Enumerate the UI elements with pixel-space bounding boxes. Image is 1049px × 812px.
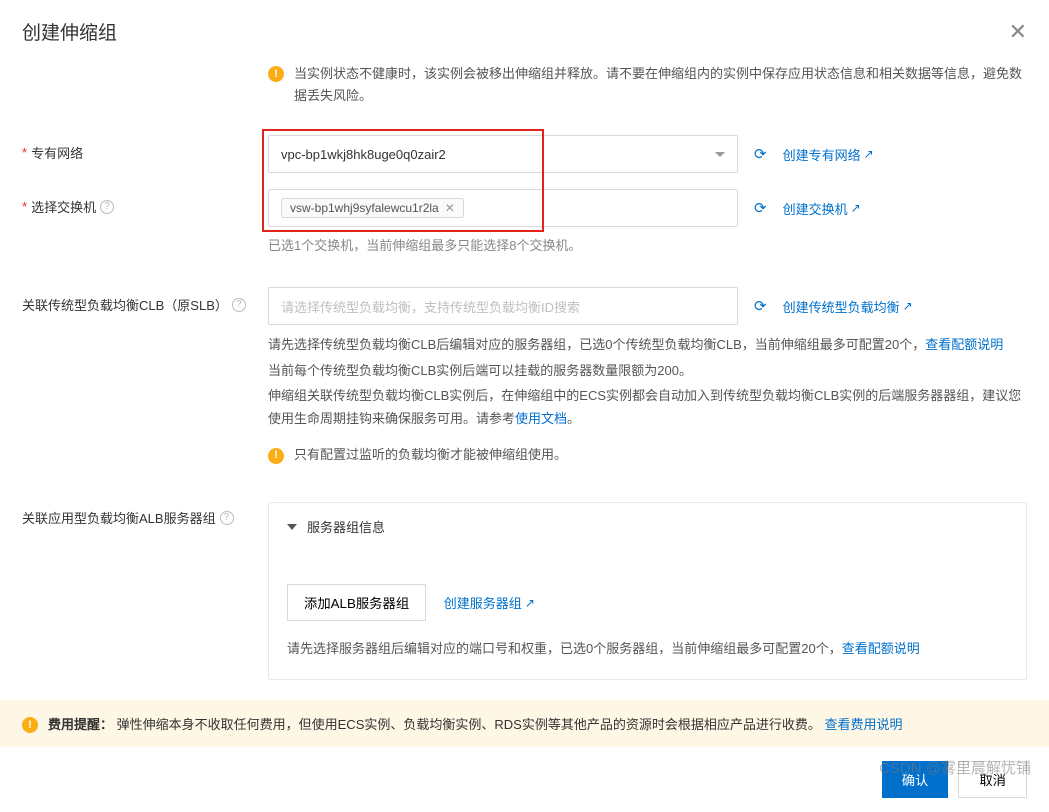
alb-label: 关联应用型负载均衡ALB服务器组 — [22, 508, 216, 527]
create-clb-link[interactable]: 创建传统型负载均衡↗ — [783, 297, 913, 316]
create-vpc-link[interactable]: 创建专有网络↗ — [783, 145, 874, 164]
vswitch-tag: vsw-bp1whj9syfalewcu1r2la ✕ — [281, 198, 464, 218]
external-link-icon: ↗ — [525, 596, 535, 610]
dialog-title: 创建伸缩组 — [22, 18, 117, 45]
cancel-button[interactable]: 取消 — [958, 761, 1027, 798]
warning-icon: ! — [268, 66, 284, 82]
clb-desc-3: 伸缩组关联传统型负载均衡CLB实例后，在伸缩组中的ECS实例都会自动加入到传统型… — [268, 384, 1027, 431]
vpc-label: 专有网络 — [31, 143, 83, 162]
help-icon[interactable]: ? — [220, 511, 234, 525]
clb-select[interactable]: 请选择传统型负载均衡，支持传统型负载均衡ID搜索 — [268, 287, 738, 325]
fee-banner: ! 费用提醒： 弹性伸缩本身不收取任何费用，但使用ECS实例、负载均衡实例、RD… — [0, 700, 1049, 747]
help-icon[interactable]: ? — [232, 298, 246, 312]
required-mark: * — [22, 199, 27, 214]
confirm-button[interactable]: 确认 — [882, 761, 949, 798]
vswitch-hint: 已选1个交换机，当前伸缩组最多只能选择8个交换机。 — [268, 235, 1027, 257]
required-mark: * — [22, 145, 27, 160]
add-alb-group-button[interactable]: 添加ALB服务器组 — [287, 584, 426, 621]
chevron-down-icon — [287, 524, 297, 530]
fee-link[interactable]: 查看费用说明 — [824, 714, 902, 733]
create-vswitch-link[interactable]: 创建交换机↗ — [783, 199, 861, 218]
close-icon[interactable]: ✕ — [1009, 21, 1027, 43]
clb-desc-2: 当前每个传统型负载均衡CLB实例后端可以挂载的服务器数量限额为200。 — [268, 359, 1027, 382]
refresh-icon[interactable]: ⟳ — [754, 297, 767, 315]
clb-desc-1: 请先选择传统型负载均衡CLB后编辑对应的服务器组，已选0个传统型负载均衡CLB，… — [268, 333, 1027, 356]
quota-link[interactable]: 查看配额说明 — [925, 333, 1003, 356]
external-link-icon: ↗ — [903, 299, 913, 313]
clb-label: 关联传统型负载均衡CLB（原SLB） — [22, 295, 228, 314]
alb-desc: 请先选择服务器组后编辑对应的端口号和权重，已选0个服务器组，当前伸缩组最多可配置… — [287, 637, 1008, 660]
vswitch-label: 选择交换机 — [31, 197, 96, 216]
create-server-group-link[interactable]: 创建服务器组↗ — [444, 593, 535, 612]
external-link-icon: ↗ — [851, 201, 861, 215]
fee-label: 费用提醒： — [48, 717, 113, 732]
clb-warn-text: 只有配置过监听的负载均衡才能被伸缩组使用。 — [294, 443, 567, 466]
alb-panel-title: 服务器组信息 — [307, 517, 385, 536]
doc-link[interactable]: 使用文档 — [515, 407, 567, 430]
clb-placeholder: 请选择传统型负载均衡，支持传统型负载均衡ID搜索 — [281, 297, 580, 316]
vpc-select-value: vpc-bp1wkj8hk8uge0q0zair2 — [281, 147, 446, 162]
refresh-icon[interactable]: ⟳ — [754, 199, 767, 217]
vswitch-select[interactable]: vsw-bp1whj9syfalewcu1r2la ✕ — [268, 189, 738, 227]
warning-icon: ! — [22, 717, 38, 733]
alb-panel: 服务器组信息 添加ALB服务器组 创建服务器组↗ 请先选择服务器组后编辑对应的端… — [268, 502, 1027, 679]
vpc-select[interactable]: vpc-bp1wkj8hk8uge0q0zair2 — [268, 135, 738, 173]
help-icon[interactable]: ? — [100, 200, 114, 214]
health-warning-text: 当实例状态不健康时，该实例会被移出伸缩组并释放。请不要在伸缩组内的实例中保存应用… — [294, 63, 1027, 107]
tag-remove-icon[interactable]: ✕ — [445, 201, 455, 215]
fee-text: 弹性伸缩本身不收取任何费用，但使用ECS实例、负载均衡实例、RDS实例等其他产品… — [117, 717, 821, 732]
quota-link[interactable]: 查看配额说明 — [842, 637, 920, 660]
external-link-icon: ↗ — [864, 147, 874, 161]
alb-panel-header[interactable]: 服务器组信息 — [269, 503, 1026, 550]
warning-icon: ! — [268, 448, 284, 464]
refresh-icon[interactable]: ⟳ — [754, 145, 767, 163]
